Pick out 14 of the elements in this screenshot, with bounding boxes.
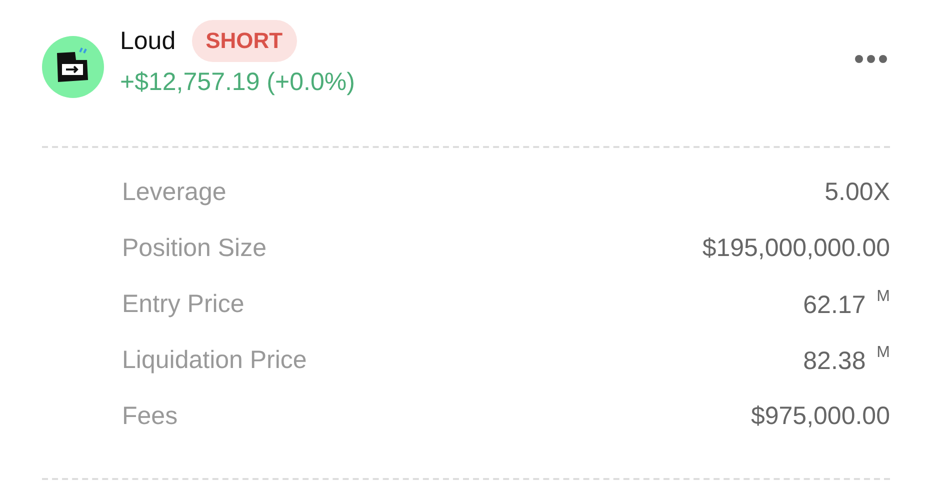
detail-value: $195,000,000.00	[702, 234, 890, 262]
detail-value: 5.00X	[824, 178, 890, 206]
detail-label: Position Size	[122, 234, 267, 262]
side-badge: SHORT	[192, 20, 297, 62]
token-logo-icon	[42, 36, 104, 98]
detail-value: $975,000.00	[750, 402, 890, 430]
detail-value: 82.38 $^{M}$	[803, 344, 890, 376]
token-name: Loud	[120, 26, 176, 56]
detail-value: 62.17 $^{M}$	[803, 288, 890, 320]
detail-label: Fees	[122, 402, 178, 430]
detail-label: Liquidation Price	[122, 346, 307, 374]
detail-label: Entry Price	[122, 290, 244, 318]
detail-label: Leverage	[122, 178, 226, 206]
pnl-value: +$12,757.19 (+0.0%)	[120, 68, 356, 97]
